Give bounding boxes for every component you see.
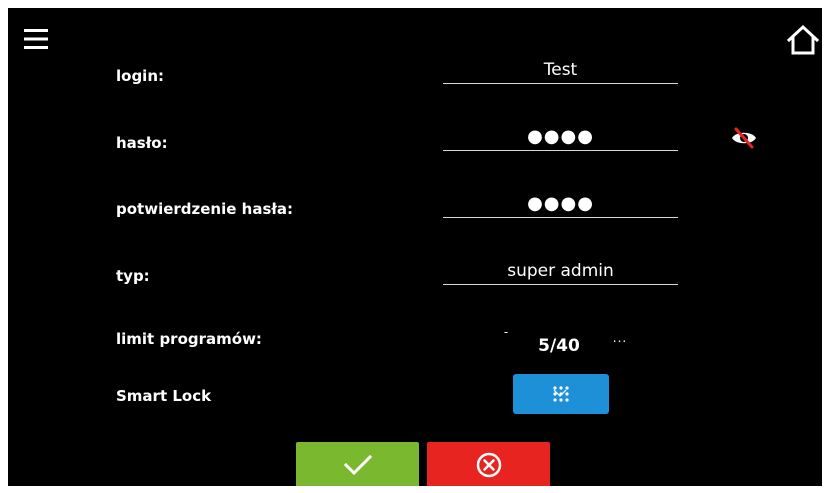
menu-button[interactable]	[23, 24, 49, 54]
hamburger-menu-icon	[24, 29, 48, 49]
eye-off-icon	[732, 127, 756, 149]
checkmark-icon	[343, 454, 372, 476]
program-limit-value: 5/40	[538, 336, 580, 356]
type-field[interactable]: super admin	[443, 259, 678, 285]
smart-lock-label: Smart Lock	[116, 387, 212, 405]
home-button[interactable]	[784, 22, 822, 58]
password-confirm-field[interactable]: ●●●●	[443, 192, 678, 218]
program-limit-increment-button[interactable]: ...	[612, 332, 628, 344]
password-label: hasło:	[116, 134, 168, 152]
password-confirm-label: potwierdzenie hasła:	[116, 200, 294, 218]
cancel-icon	[476, 452, 501, 478]
device-screen: login: Test hasło: ●●●● potwierdzenie ha…	[8, 8, 822, 486]
keypad-icon	[553, 386, 569, 402]
confirm-button[interactable]	[296, 442, 419, 486]
password-field[interactable]: ●●●●	[443, 125, 678, 151]
type-label: typ:	[116, 267, 150, 285]
cancel-button[interactable]	[427, 442, 550, 486]
toggle-password-visibility-button[interactable]	[729, 125, 759, 151]
smart-lock-button[interactable]	[513, 374, 609, 414]
home-icon	[786, 24, 820, 55]
program-limit-decrement-button[interactable]: -	[499, 326, 513, 338]
program-limit-label: limit programów:	[116, 330, 262, 348]
login-label: login:	[116, 67, 165, 85]
login-field[interactable]: Test	[443, 58, 678, 84]
